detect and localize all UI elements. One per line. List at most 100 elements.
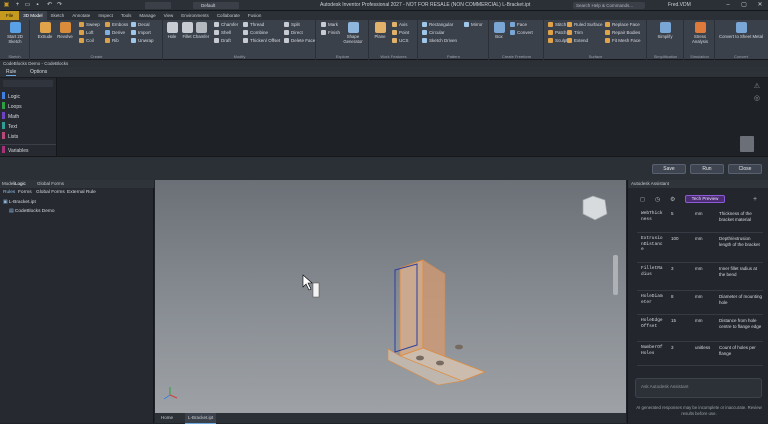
- open-icon[interactable]: ▭: [24, 2, 31, 9]
- tab-inspect[interactable]: Inspect: [94, 11, 117, 20]
- face-button[interactable]: Face: [510, 21, 527, 28]
- axis-button[interactable]: Axis: [392, 21, 408, 28]
- shell-button[interactable]: Shell: [214, 29, 231, 36]
- tab-environments[interactable]: Environments: [177, 11, 213, 20]
- mark-button[interactable]: Mark: [321, 21, 338, 28]
- maximize-icon[interactable]: ▢: [736, 0, 752, 11]
- point-button[interactable]: Point: [392, 29, 409, 36]
- extend-button[interactable]: Extend: [567, 37, 588, 44]
- subtab-rules[interactable]: Rules: [3, 190, 15, 195]
- box-button[interactable]: Box: [487, 22, 511, 39]
- start-sketch-button[interactable]: Start 2D Sketch: [3, 22, 27, 44]
- tab-l-bracket[interactable]: L-Bracket.ipt: [185, 413, 217, 424]
- history-icon[interactable]: ◷: [655, 196, 660, 203]
- user-name[interactable]: Fred.VDM: [668, 2, 691, 8]
- tab-ilogic[interactable]: iLogic: [14, 180, 26, 188]
- new-chat-icon[interactable]: +: [753, 196, 757, 203]
- tab-sketch[interactable]: Sketch: [47, 11, 69, 20]
- combine-button[interactable]: Combine: [243, 29, 268, 36]
- simplify-button[interactable]: Simplify: [653, 22, 677, 39]
- chat-icon[interactable]: ◻: [640, 196, 645, 203]
- save-button[interactable]: Save: [652, 164, 686, 174]
- ruled-surface-button[interactable]: Ruled Surface: [567, 21, 603, 28]
- tab-tools[interactable]: Tools: [117, 11, 136, 20]
- stitch-button[interactable]: Stitch: [548, 21, 566, 28]
- tab-fusion[interactable]: Fusion: [244, 11, 266, 20]
- emboss-button[interactable]: Emboss: [105, 21, 128, 28]
- mirror-button[interactable]: Mirror: [464, 21, 483, 28]
- tab-view[interactable]: View: [160, 11, 178, 20]
- trash-icon[interactable]: [740, 136, 754, 152]
- tab-file[interactable]: File: [0, 11, 20, 20]
- tab-options[interactable]: Options: [30, 69, 47, 75]
- block-editor-workspace[interactable]: ⚠ ◎: [58, 78, 768, 156]
- redo-icon[interactable]: ↷: [56, 2, 63, 9]
- coil-button[interactable]: Coil: [79, 37, 94, 44]
- sketch-driven-pattern-button[interactable]: Sketch Driven: [422, 37, 457, 44]
- direct-button[interactable]: Direct: [284, 29, 303, 36]
- fit-mesh-face-button[interactable]: Fit Mesh Face: [605, 37, 641, 44]
- category-search-input[interactable]: [3, 80, 53, 87]
- ucs-button[interactable]: UCS: [392, 37, 409, 44]
- tab-model[interactable]: Model: [2, 180, 14, 188]
- target-icon[interactable]: ◎: [754, 94, 760, 102]
- thicken-offset-button[interactable]: Thicken/ Offset: [243, 37, 280, 44]
- save-icon[interactable]: ▪: [34, 2, 41, 9]
- category-loops[interactable]: Loops: [2, 102, 56, 111]
- app-logo-icon[interactable]: ▣: [3, 2, 10, 9]
- 3d-viewport[interactable]: [155, 180, 626, 413]
- category-math[interactable]: Math: [2, 112, 56, 121]
- revolve-button[interactable]: Revolve: [53, 22, 77, 39]
- tab-home[interactable]: Home: [161, 413, 173, 423]
- run-button[interactable]: Run: [690, 164, 724, 174]
- new-icon[interactable]: +: [14, 2, 21, 9]
- close-icon[interactable]: ✕: [752, 0, 768, 11]
- assistant-input[interactable]: Ask Autodesk Assistant: [635, 378, 762, 398]
- subtab-global-forms[interactable]: Global Forms: [36, 190, 65, 195]
- convert-sheet-metal-button[interactable]: Convert to Sheet Metal: [716, 22, 766, 39]
- circular-pattern-button[interactable]: Circular: [422, 29, 445, 36]
- undo-icon[interactable]: ↶: [46, 2, 53, 9]
- appearance-dropdown[interactable]: Default: [193, 2, 239, 9]
- convert-button[interactable]: Convert: [510, 29, 533, 36]
- warning-icon[interactable]: ⚠: [754, 82, 760, 90]
- stress-analysis-button[interactable]: Stress Analysis: [688, 22, 712, 44]
- repair-bodies-button[interactable]: Repair Bodies: [605, 29, 640, 36]
- trim-button[interactable]: Trim: [567, 29, 583, 36]
- import-button[interactable]: Import: [131, 29, 151, 36]
- minimize-icon[interactable]: –: [720, 0, 736, 11]
- plane-button[interactable]: Plane: [368, 22, 392, 39]
- tech-preview-badge[interactable]: Tech Preview: [685, 195, 725, 203]
- category-logic[interactable]: Logic: [2, 92, 56, 101]
- close-button[interactable]: Close: [728, 164, 762, 174]
- split-button[interactable]: Split: [284, 21, 300, 28]
- ilogic-doc-tab[interactable]: CodeBlocks Demo - CodeBlocks: [3, 60, 68, 67]
- browser-part-item[interactable]: ▣ L-Bracket.ipt: [3, 200, 36, 205]
- tab-rule[interactable]: Rule: [6, 69, 17, 76]
- material-dropdown[interactable]: [145, 2, 171, 9]
- replace-face-button[interactable]: Replace Face: [605, 21, 640, 28]
- shape-generator-button[interactable]: Shape Generator: [340, 22, 366, 44]
- delete-face-button[interactable]: Delete Face: [284, 37, 315, 44]
- rectangular-pattern-button[interactable]: Rectangular: [422, 21, 453, 28]
- settings-icon[interactable]: ⚙: [670, 196, 675, 203]
- thread-button[interactable]: Thread: [243, 21, 264, 28]
- subtab-forms[interactable]: Forms: [18, 190, 32, 195]
- derive-button[interactable]: Derive: [105, 29, 125, 36]
- category-text[interactable]: Text: [2, 122, 56, 131]
- browser-rule-item[interactable]: ▤ CodeBlocks Demo: [9, 209, 55, 214]
- tab-manage[interactable]: Manage: [135, 11, 159, 20]
- decal-button[interactable]: Decal: [131, 21, 150, 28]
- sweep-button[interactable]: Sweep: [79, 21, 100, 28]
- tab-global-forms[interactable]: Global Forms: [37, 180, 64, 188]
- chamfer-button[interactable]: Chamfer: [214, 21, 238, 28]
- help-search-input[interactable]: Search Help & Commands...: [573, 2, 645, 9]
- category-variables[interactable]: Variables: [2, 146, 56, 155]
- category-lists[interactable]: Lists: [2, 132, 56, 141]
- loft-button[interactable]: Loft: [79, 29, 94, 36]
- sculpt-button[interactable]: Sculpt: [548, 37, 568, 44]
- subtab-external-rule[interactable]: External Rule: [67, 190, 96, 195]
- tab-3d-model[interactable]: 3D Model: [19, 11, 47, 20]
- draft-button[interactable]: Draft: [214, 37, 231, 44]
- tab-collaborate[interactable]: Collaborate: [213, 11, 244, 20]
